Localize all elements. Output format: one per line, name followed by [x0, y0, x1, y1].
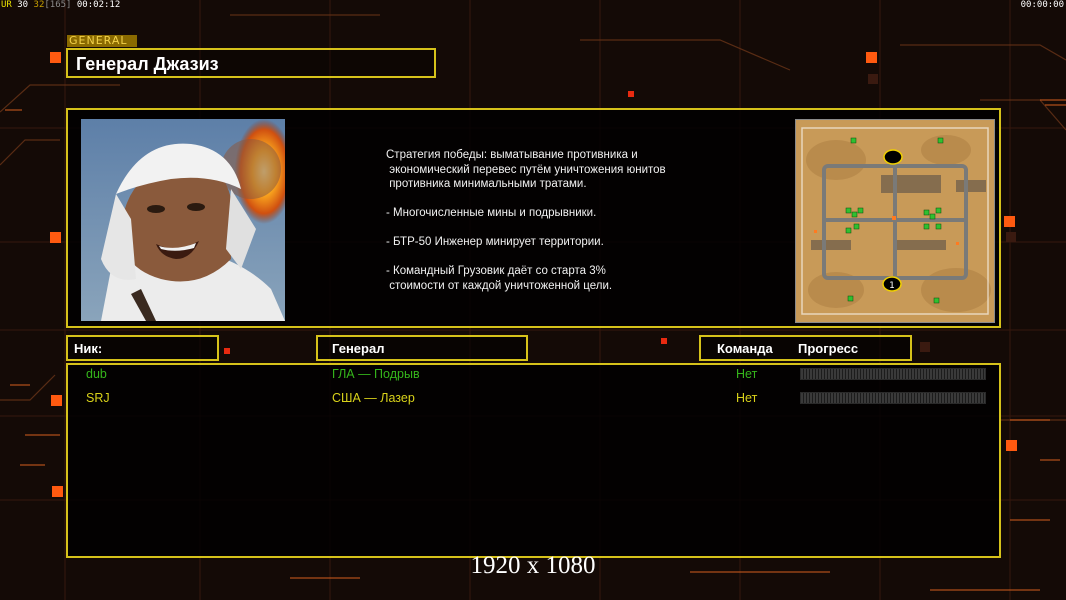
general-portrait — [81, 119, 285, 321]
hud-value-3: [165] — [44, 0, 72, 10]
general-tag: GENERAL — [67, 35, 137, 47]
minimap-player-marker: 1 — [889, 281, 895, 291]
general-name: Генерал Джазиз — [76, 54, 219, 74]
player-nick: dub — [86, 367, 107, 381]
portrait-image — [81, 119, 285, 321]
player-team: Нет — [736, 367, 758, 381]
column-header-general: Генерал — [316, 335, 528, 361]
player-general: ГЛА — Подрыв — [332, 367, 420, 381]
player-nick: SRJ — [86, 391, 110, 405]
player-progress-bar — [800, 392, 986, 404]
general-title-box: Генерал Джазиз — [66, 48, 436, 78]
column-label-general: Генерал — [332, 341, 385, 356]
hud-value-2: 32 — [33, 0, 45, 10]
players-list: dub ГЛА — Подрыв Нет SRJ США — Лазер Нет — [66, 363, 1001, 558]
column-label-progress: Прогресс — [798, 341, 859, 356]
minimap-image: 1 — [796, 120, 994, 322]
column-header-nick: Ник: — [66, 335, 219, 361]
hud-value-1: 30 — [17, 0, 29, 10]
hud-label: UR — [1, 0, 12, 10]
player-general: США — Лазер — [332, 391, 415, 405]
strategy-description: Стратегия победы: выматывание противника… — [386, 149, 666, 292]
player-team: Нет — [736, 391, 758, 405]
hud-stats: UR 30 32[165] 00:02:12 — [1, 0, 120, 10]
player-row: SRJ США — Лазер Нет — [68, 389, 999, 409]
resolution-label: 1920 x 1080 — [470, 552, 596, 579]
player-row: dub ГЛА — Подрыв Нет — [68, 365, 999, 385]
hud-game-time: 00:02:12 — [76, 0, 121, 10]
column-header-team-progress: Команда Прогресс — [699, 335, 912, 361]
map-preview[interactable]: 1 — [795, 119, 995, 323]
column-label-nick: Ник: — [74, 341, 103, 356]
general-info-panel: Стратегия победы: выматывание противника… — [66, 108, 1001, 328]
hud-timer: 00:00:00 — [1020, 0, 1064, 10]
player-progress-bar — [800, 368, 986, 380]
column-label-team: Команда — [717, 341, 773, 356]
